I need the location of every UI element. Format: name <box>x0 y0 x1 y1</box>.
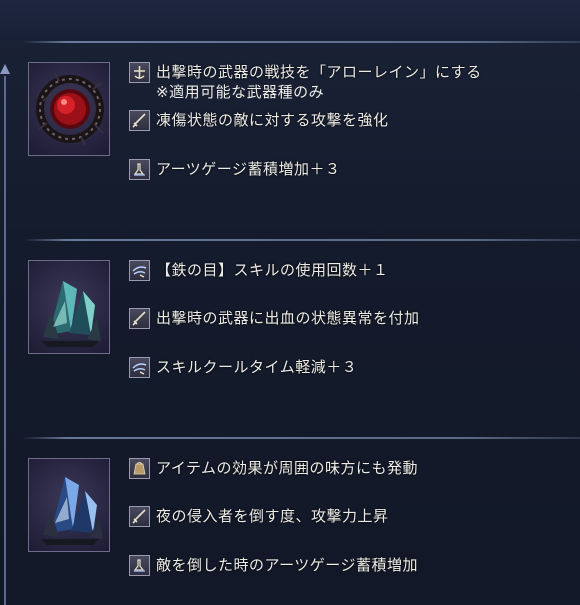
sword-icon <box>129 110 150 131</box>
top-band <box>0 0 580 42</box>
effect-text: 夜の侵入者を倒す度、攻撃力上昇 <box>156 507 389 525</box>
effect-text: 凍傷状態の敵に対する攻撃を強化 <box>156 111 389 129</box>
teal-crystal-cluster-icon <box>28 260 110 354</box>
divider-1 <box>22 239 580 241</box>
scroll-track-line <box>4 76 6 605</box>
divider-top <box>22 41 580 43</box>
effect-text: 【鉄の目】スキルの使用回数＋１ <box>156 261 389 279</box>
effect-text: 敵を倒した時のアーツゲージ蓄積増加 <box>156 556 419 574</box>
art-gauge-icon <box>129 555 150 576</box>
relic-item-3[interactable]: アイテムの効果が周囲の味方にも発動 夜の侵入者を倒す度、攻撃力上昇 敵を倒した時… <box>28 458 580 576</box>
effect-text: アイテムの効果が周囲の味方にも発動 <box>156 459 419 477</box>
effect-text: 出撃時の武器の戦技を「アローレイン」にする <box>156 63 482 81</box>
relic-item-2[interactable]: 【鉄の目】スキルの使用回数＋１ 出撃時の武器に出血の状態異常を付加 スキルクール… <box>28 260 580 378</box>
divider-2 <box>22 437 580 439</box>
art-gauge-icon <box>129 159 150 180</box>
blue-crystal-cluster-icon <box>28 458 110 552</box>
effect-text: 出撃時の武器に出血の状態異常を付加 <box>156 309 420 327</box>
scroll-up-arrow-icon[interactable] <box>0 64 10 74</box>
effect-note: ※適用可能な武器種のみ <box>156 83 325 101</box>
red-gem-in-thorns-icon <box>28 62 110 156</box>
skill-wind-icon <box>129 260 150 281</box>
skill-wind-icon <box>129 357 150 378</box>
effect-text: アーツゲージ蓄積増加＋３ <box>156 160 341 178</box>
relic-item-1[interactable]: 出撃時の武器の戦技を「アローレイン」にする ※適用可能な武器種のみ 凍傷状態の敵… <box>28 62 580 180</box>
sword-icon <box>129 308 150 329</box>
effect-text: スキルクールタイム軽減＋３ <box>156 358 358 376</box>
weapon-skill-icon <box>129 62 150 83</box>
sword-icon <box>129 506 150 527</box>
scrollbar[interactable] <box>0 64 10 605</box>
item-pouch-icon <box>129 458 150 479</box>
